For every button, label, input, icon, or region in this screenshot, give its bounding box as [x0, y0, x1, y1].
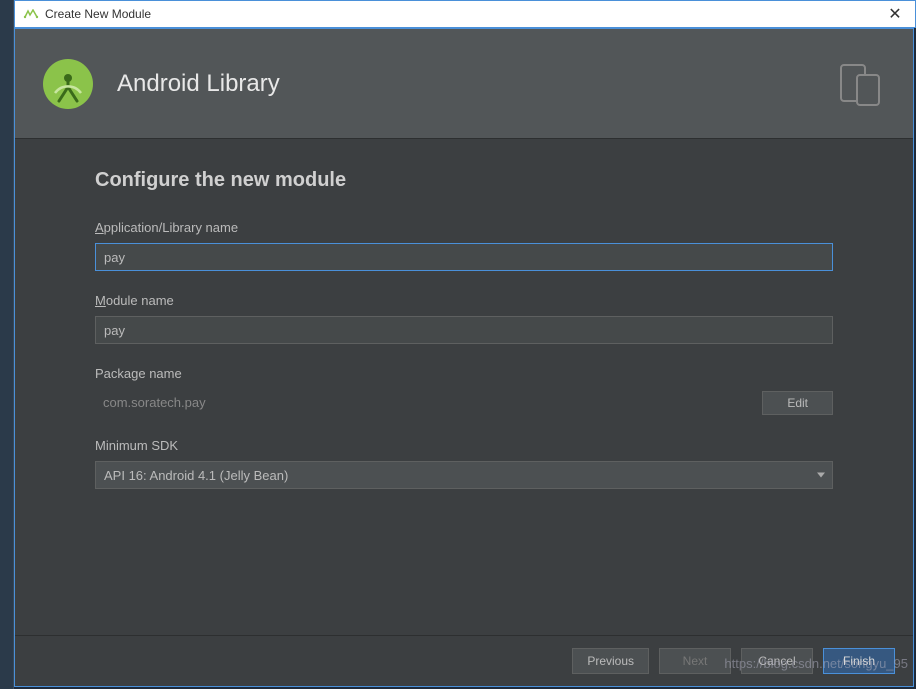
- cancel-button[interactable]: Cancel: [741, 648, 813, 674]
- package-name-label: Package name: [95, 366, 833, 381]
- dialog-footer: Previous Next Cancel Finish: [15, 635, 913, 686]
- min-sdk-group: Minimum SDK API 16: Android 4.1 (Jelly B…: [95, 438, 833, 489]
- finish-button[interactable]: Finish: [823, 648, 895, 674]
- previous-button[interactable]: Previous: [572, 648, 649, 674]
- titlebar: Create New Module ✕: [14, 0, 916, 28]
- min-sdk-label: Minimum SDK: [95, 438, 833, 453]
- app-name-label: Application/Library name: [95, 220, 833, 235]
- editor-gutter: [0, 0, 14, 689]
- window-title: Create New Module: [45, 7, 883, 21]
- dialog-content: Configure the new module Application/Lib…: [15, 139, 913, 635]
- module-name-label: Module name: [95, 293, 833, 308]
- header-title: Android Library: [117, 70, 835, 98]
- devices-icon: [835, 59, 885, 109]
- dialog-body: Android Library Configure the new module…: [14, 28, 914, 687]
- app-name-group: Application/Library name: [95, 220, 833, 271]
- module-name-group: Module name: [95, 293, 833, 344]
- close-icon[interactable]: ✕: [883, 4, 907, 24]
- next-button: Next: [659, 648, 731, 674]
- min-sdk-select[interactable]: API 16: Android 4.1 (Jelly Bean): [95, 461, 833, 489]
- android-studio-icon: [23, 9, 39, 19]
- android-studio-logo-icon: [43, 59, 93, 109]
- edit-package-button[interactable]: Edit: [762, 391, 833, 415]
- min-sdk-value: API 16: Android 4.1 (Jelly Bean): [104, 468, 288, 483]
- package-name-group: Package name com.soratech.pay Edit: [95, 366, 833, 416]
- package-name-value: com.soratech.pay: [95, 389, 750, 416]
- section-title: Configure the new module: [95, 169, 833, 192]
- dialog-header: Android Library: [15, 29, 913, 139]
- chevron-down-icon: [817, 473, 825, 478]
- app-name-input[interactable]: [95, 243, 833, 271]
- module-name-input[interactable]: [95, 316, 833, 344]
